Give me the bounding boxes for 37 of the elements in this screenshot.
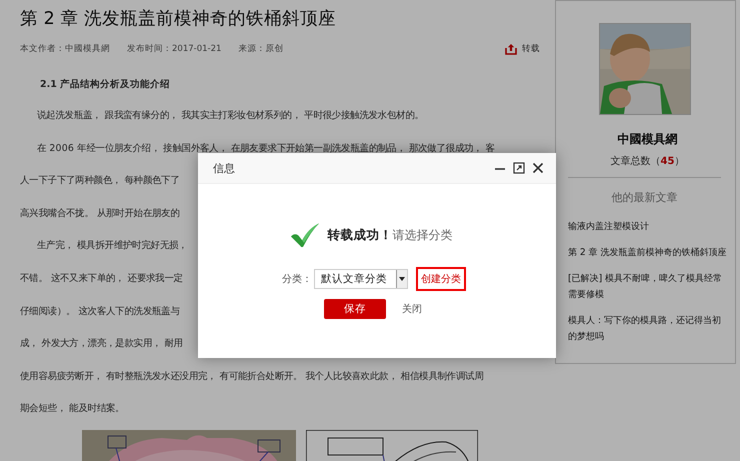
paragraph-line: 高兴我嘴合不拢。 从那时开始在朋友的 <box>20 206 180 221</box>
article-link[interactable]: [已解决] 模具不耐啤，啤久了模具经常需要修模 <box>568 271 727 303</box>
caret-icon <box>399 277 405 281</box>
paragraph-line: 生产完， 模具拆开维护时完好无损， <box>36 239 188 254</box>
close-icon[interactable] <box>532 162 544 174</box>
close-link[interactable]: 关闭 <box>402 302 422 316</box>
meta-text: 本文作者：中國模具網 <box>20 43 110 55</box>
article-title: 第 2 章 洗发瓶盖前模神奇的铁桶斜顶座 <box>20 8 337 31</box>
article-count-close: ） <box>674 156 684 167</box>
share-icon <box>505 43 517 55</box>
article-count: 45 <box>660 156 674 167</box>
paragraph-line: 成， 外发大方，漂亮，是款实用， 耐用 <box>20 337 183 352</box>
paragraph-line: 不错。 这不又来下单的， 还要求我一定 <box>20 272 183 286</box>
category-dropdown[interactable]: 默认文章分类 <box>314 269 408 289</box>
paragraph-line: 说起洗发瓶盖， 跟我蛮有缘分的， 我其实主打彩妆包材系列的， 平时很少接触洗发水包材的。 <box>36 109 424 123</box>
checkmark-icon <box>290 222 320 249</box>
success-message: 转载成功！请选择分类 <box>328 227 452 244</box>
meta-text: 来源：原创 <box>238 43 284 55</box>
latest-heading: 他的最新文章 <box>568 177 721 205</box>
article-link[interactable]: 模具人：写下你的模具路，还记得当初的梦想吗 <box>568 313 727 345</box>
article-count-label: 文章总数（ <box>610 156 661 167</box>
paragraph-line: 仔细阅读）。 这次客人下的洗发瓶盖与 <box>20 304 180 319</box>
paragraph-line: 期会短些， 能及时结案。 <box>20 402 124 416</box>
paragraph-line: 使用容易疲劳断开， 有时整瓶洗发水还没用完， 有可能折合处断开。 我个人比较喜欢此款， 相信模具制作调试周 <box>20 370 484 384</box>
maximize-icon[interactable] <box>513 162 525 174</box>
save-button[interactable]: 保存 <box>324 299 386 319</box>
field-label: 分类： <box>282 272 312 286</box>
author-name[interactable]: 中國模具網 <box>618 131 678 148</box>
share-link[interactable]: 转载 <box>505 43 540 55</box>
paragraph-line: 在 2006 年经一位朋友介绍， 接触国外客人， 在朋友要求下开始第一副洗发瓶盖的制品， 那次做了很成功， 客 <box>36 142 495 156</box>
article-link[interactable]: 第 2 章 洗发瓶盖前模神奇的铁桶斜顶座 <box>568 245 727 261</box>
dialog-title: 信息 <box>213 160 235 176</box>
article-link[interactable]: 输液内盖注塑模设计 <box>568 219 727 235</box>
paragraph-line: 人一下子下了两种颜色， 每种颜色下了 <box>20 174 180 188</box>
section-heading: 2.1 产品结构分析及功能介绍 <box>40 78 172 92</box>
meta-text: 发布时间：2017-01-21 <box>127 43 222 55</box>
create-category-link[interactable]: 创建分类 <box>416 267 466 291</box>
